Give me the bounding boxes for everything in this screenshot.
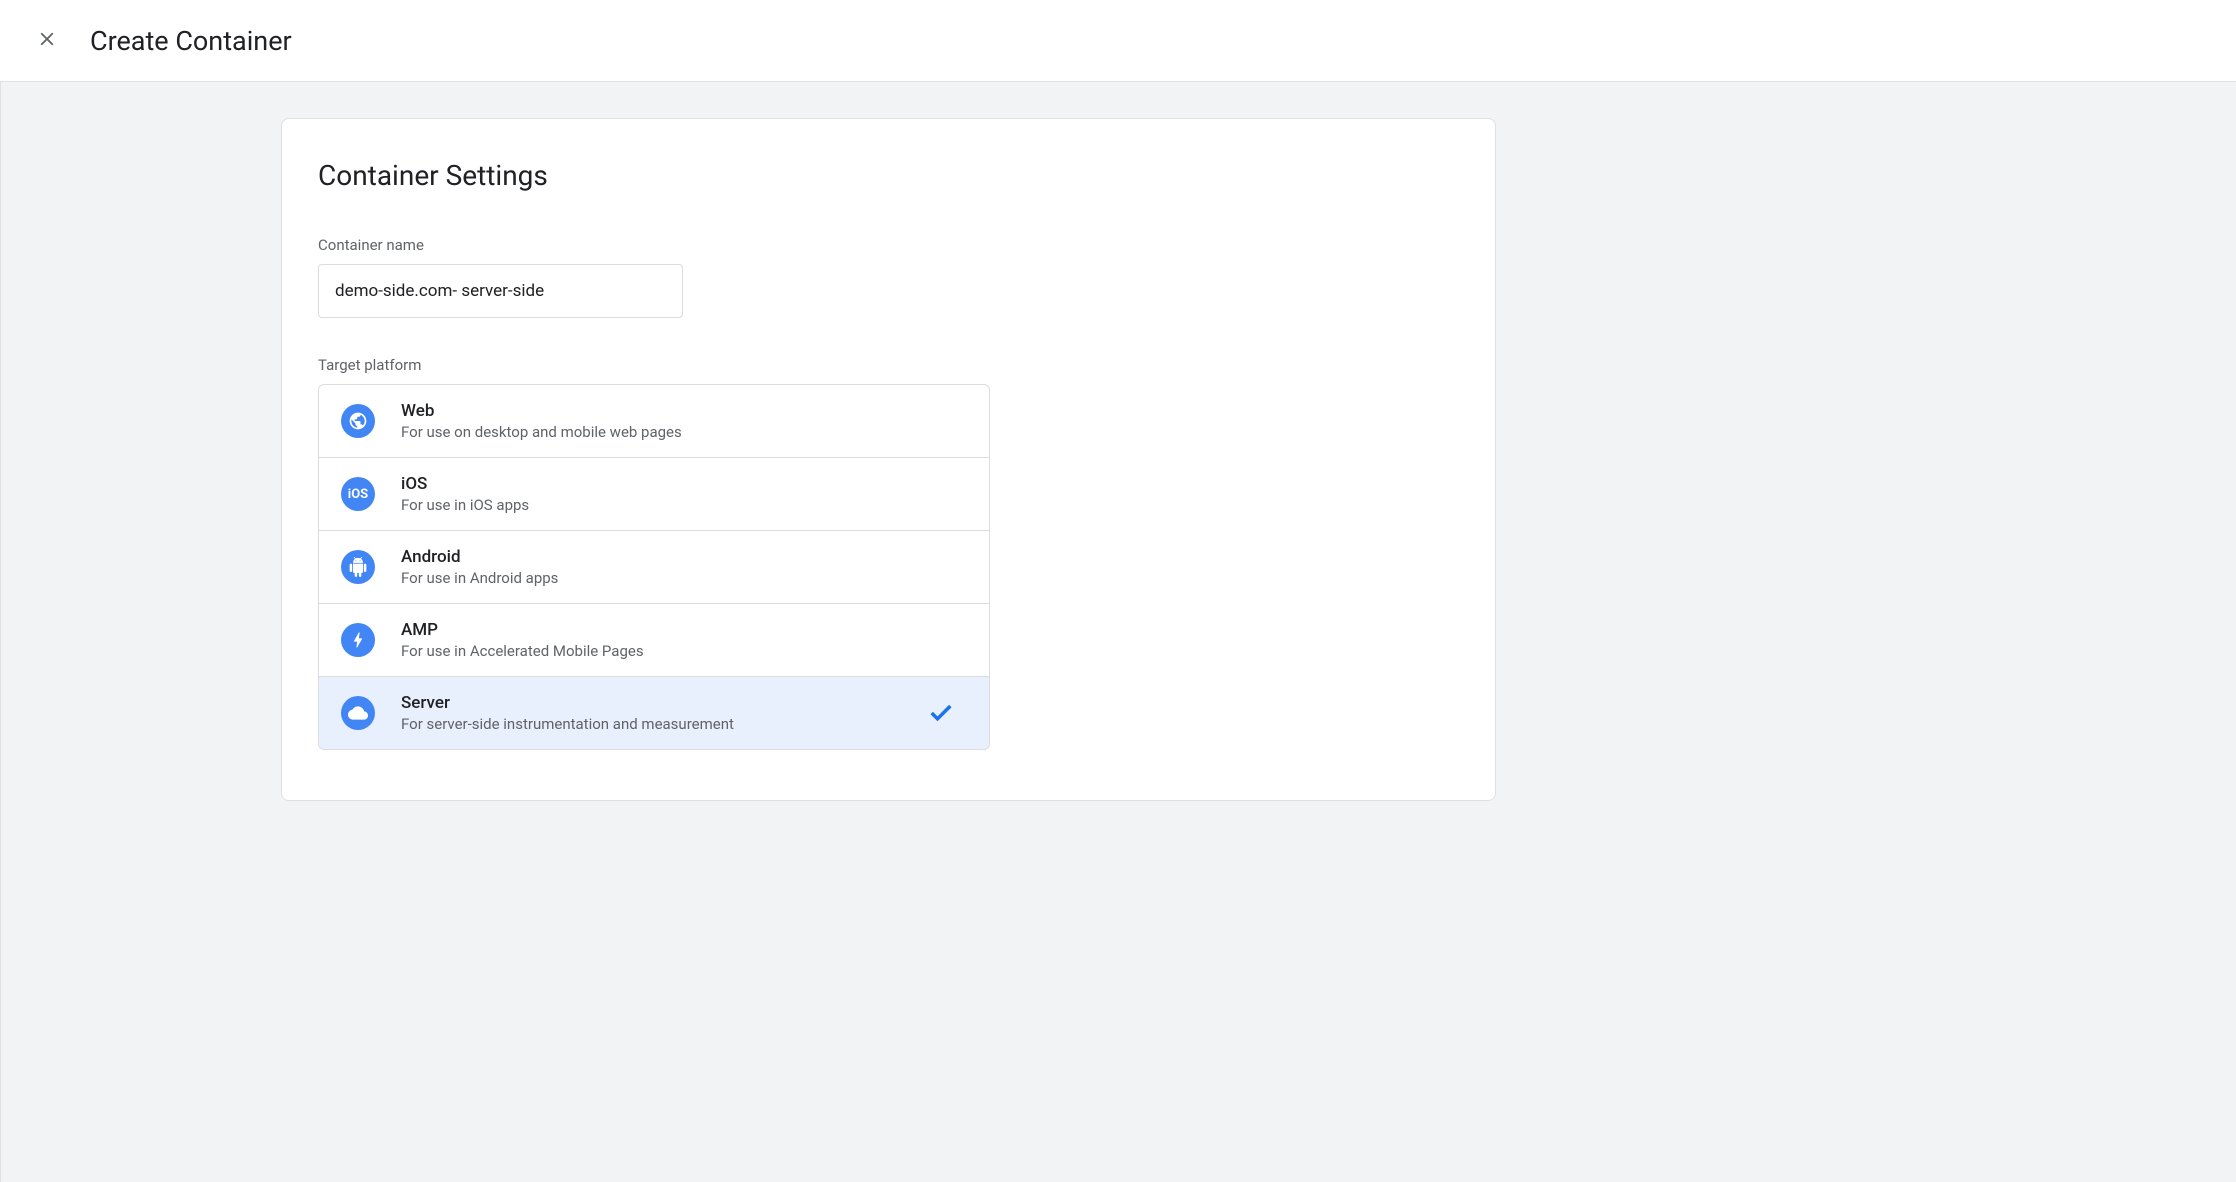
content-area: Container Settings Container name Target… <box>0 82 2236 1182</box>
globe-icon <box>341 404 375 438</box>
platform-name: iOS <box>401 474 967 494</box>
modal-header: Create Container <box>0 0 2236 82</box>
platform-text: Server For server-side instrumentation a… <box>401 693 927 733</box>
cloud-icon <box>341 696 375 730</box>
container-name-label: Container name <box>318 236 1459 254</box>
platform-option-web[interactable]: Web For use on desktop and mobile web pa… <box>319 385 989 458</box>
platform-option-ios[interactable]: iOS iOS For use in iOS apps <box>319 458 989 531</box>
close-icon <box>36 28 58 53</box>
platform-list: Web For use on desktop and mobile web pa… <box>318 384 990 750</box>
target-platform-label: Target platform <box>318 356 1459 374</box>
container-name-input[interactable] <box>318 264 683 318</box>
platform-text: iOS For use in iOS apps <box>401 474 967 514</box>
check-icon <box>927 699 955 727</box>
platform-description: For use in Accelerated Mobile Pages <box>401 642 967 660</box>
settings-card: Container Settings Container name Target… <box>281 118 1496 801</box>
platform-description: For use in Android apps <box>401 569 967 587</box>
platform-text: Android For use in Android apps <box>401 547 967 587</box>
card-title: Container Settings <box>318 159 1459 192</box>
platform-name: Web <box>401 401 967 421</box>
ios-icon: iOS <box>341 477 375 511</box>
platform-text: AMP For use in Accelerated Mobile Pages <box>401 620 967 660</box>
platform-description: For use in iOS apps <box>401 496 967 514</box>
platform-option-android[interactable]: Android For use in Android apps <box>319 531 989 604</box>
close-button[interactable] <box>28 20 66 61</box>
android-icon <box>341 550 375 584</box>
platform-description: For server-side instrumentation and meas… <box>401 715 927 733</box>
bolt-icon <box>341 623 375 657</box>
platform-option-amp[interactable]: AMP For use in Accelerated Mobile Pages <box>319 604 989 677</box>
platform-option-server[interactable]: Server For server-side instrumentation a… <box>319 677 989 749</box>
modal-title: Create Container <box>90 25 292 57</box>
platform-name: Server <box>401 693 927 713</box>
platform-name: Android <box>401 547 967 567</box>
platform-name: AMP <box>401 620 967 640</box>
platform-description: For use on desktop and mobile web pages <box>401 423 967 441</box>
platform-text: Web For use on desktop and mobile web pa… <box>401 401 967 441</box>
